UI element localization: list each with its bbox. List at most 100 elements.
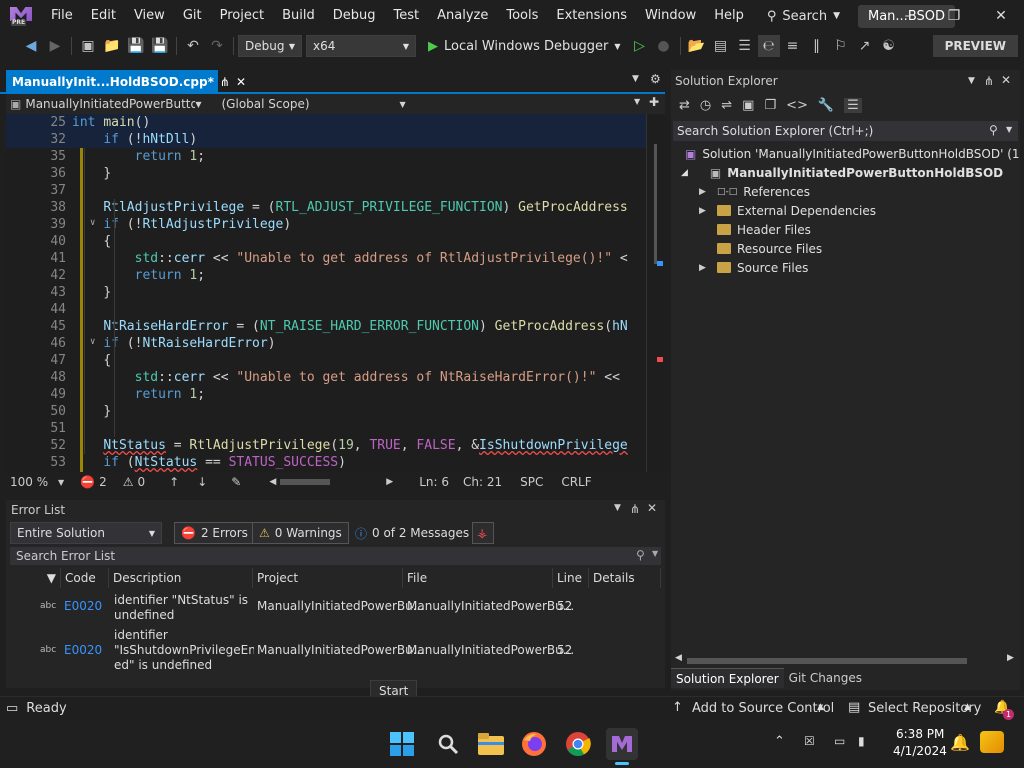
undo-icon[interactable]: ↶ bbox=[182, 35, 204, 57]
solution-search-input[interactable]: Search Solution Explorer (Ctrl+;) ⚲ ▼ bbox=[673, 121, 1018, 141]
windows-start-icon[interactable] bbox=[386, 728, 418, 760]
build-intellisense-filter-icon[interactable]: ⚶ bbox=[472, 522, 494, 544]
code-line[interactable]: 32 if (!hNtDll) bbox=[6, 131, 646, 148]
code-line[interactable]: 52 NtStatus = RtlAdjustPrivilege(19, TRU… bbox=[6, 437, 646, 454]
menu-build[interactable]: Build bbox=[273, 0, 324, 32]
show-all-files-icon[interactable]: ❐ bbox=[764, 98, 776, 113]
tab-solution-explorer[interactable]: Solution Explorer bbox=[671, 668, 784, 688]
menu-file[interactable]: File bbox=[42, 0, 82, 32]
save-icon[interactable]: 💾 bbox=[125, 35, 147, 57]
pin-panel-icon[interactable]: ⋔ bbox=[630, 502, 640, 516]
pin-icon[interactable]: ⋔ bbox=[220, 75, 230, 89]
brush-icon[interactable]: ✎ bbox=[231, 475, 241, 489]
code-line[interactable]: 36 } bbox=[6, 165, 646, 182]
code-line[interactable]: 50 } bbox=[6, 403, 646, 420]
collapsed-chevron-icon[interactable]: ▶ bbox=[699, 187, 711, 197]
close-tab-icon[interactable]: ✕ bbox=[236, 75, 246, 89]
scroll-left-icon[interactable]: ◀ bbox=[269, 477, 276, 487]
scope-dropdown[interactable]: (Global Scope) bbox=[222, 97, 400, 111]
menu-git[interactable]: Git bbox=[174, 0, 211, 32]
project-dropdown[interactable]: ManuallyInitiatedPowerButtonHc bbox=[25, 97, 195, 111]
scroll-right-icon[interactable]: ▶ bbox=[386, 477, 393, 487]
display-icon[interactable]: ▭ bbox=[834, 734, 845, 748]
code-view-icon[interactable]: <> bbox=[786, 98, 808, 113]
error-code-link[interactable]: E0020 bbox=[64, 643, 102, 657]
menu-analyze[interactable]: Analyze bbox=[428, 0, 497, 32]
code-line[interactable]: 38 RtlAdjustPrivilege = (RTL_ADJUST_PRIV… bbox=[6, 199, 646, 216]
code-line[interactable]: 37 bbox=[6, 182, 646, 199]
editor-vertical-scrollbar[interactable] bbox=[646, 114, 665, 472]
details-column-header[interactable]: Details bbox=[589, 568, 661, 588]
previous-issue-icon[interactable]: ↑ bbox=[169, 475, 179, 489]
search-button[interactable]: ⚲ Search ▼ bbox=[767, 9, 840, 24]
menu-extensions[interactable]: Extensions bbox=[547, 0, 636, 32]
settings-icon[interactable]: ⚙ bbox=[650, 72, 661, 86]
code-editor[interactable]: 25 int main() 32 if (!hNtDll) 35 return 1; 3… bbox=[6, 114, 646, 472]
share-icon[interactable]: ↗ bbox=[854, 35, 876, 57]
breakpoints-icon[interactable]: ∥ bbox=[806, 35, 828, 57]
clock-time[interactable]: 6:38 PM bbox=[896, 727, 944, 741]
table-row[interactable]: abc E0020 identifier "NtStatus" is undef… bbox=[6, 590, 661, 624]
project-column-header[interactable]: Project bbox=[253, 568, 403, 588]
bookmark-icon[interactable]: ⚐ bbox=[830, 35, 852, 57]
file-explorer-icon[interactable] bbox=[475, 728, 507, 760]
back-icon[interactable]: ◀ bbox=[20, 35, 42, 57]
error-code-link[interactable]: E0020 bbox=[64, 599, 102, 613]
panel-menu-icon[interactable]: ▼ bbox=[614, 503, 621, 513]
split-icon[interactable]: ✚ bbox=[649, 95, 659, 109]
collapse-all-icon[interactable]: ▣ bbox=[742, 98, 754, 113]
code-line[interactable]: 51 bbox=[6, 420, 646, 437]
preview-selected-icon[interactable]: ☰ bbox=[844, 98, 862, 113]
tab-git-changes[interactable]: Git Changes bbox=[784, 668, 867, 688]
file-column-header[interactable]: File bbox=[403, 568, 553, 588]
notification-bell-icon[interactable]: 🔔 bbox=[950, 733, 970, 752]
menu-help[interactable]: Help bbox=[705, 0, 753, 32]
firefox-icon[interactable] bbox=[518, 728, 550, 760]
tree-item-project[interactable]: ◢ ▣ ManuallyInitiatedPowerButtonHoldBSOD bbox=[681, 163, 1003, 182]
collapse-icon[interactable]: ∨ bbox=[90, 337, 95, 347]
whitespace-indicator[interactable]: SPC bbox=[520, 475, 543, 489]
attach-icon[interactable]: ● bbox=[653, 35, 675, 57]
menu-tools[interactable]: Tools bbox=[497, 0, 547, 32]
close-panel-icon[interactable]: ✕ bbox=[1001, 73, 1011, 87]
maximize-button[interactable]: ❐ bbox=[931, 0, 977, 32]
menu-window[interactable]: Window bbox=[636, 0, 705, 32]
format-icon[interactable]: ≡ bbox=[782, 35, 804, 57]
code-line[interactable]: 53 if (NtStatus == STATUS_SUCCESS) bbox=[6, 454, 646, 471]
code-line[interactable]: 44 bbox=[6, 301, 646, 318]
code-column-header[interactable]: Code bbox=[61, 568, 109, 588]
platform-dropdown[interactable]: x64 ▼ bbox=[306, 35, 416, 57]
forward-icon[interactable]: ▶ bbox=[44, 35, 66, 57]
save-all-icon[interactable]: 💾 bbox=[149, 35, 171, 57]
code-line[interactable]: 43 } bbox=[6, 284, 646, 301]
start-debugging-button[interactable]: ▶ Local Windows Debugger ▼ bbox=[428, 39, 621, 54]
menu-test[interactable]: Test bbox=[385, 0, 429, 32]
code-line[interactable]: 46 if (!NtRaiseHardError) bbox=[6, 335, 646, 352]
scope-filter-dropdown[interactable]: Entire Solution ▼ bbox=[10, 522, 162, 544]
line-ending-indicator[interactable]: CRLF bbox=[561, 475, 591, 489]
zoom-level[interactable]: 100 % bbox=[10, 475, 58, 489]
messages-filter-button[interactable]: ⓘ 0 of 2 Messages bbox=[348, 522, 476, 544]
output-icon[interactable]: ▭ bbox=[6, 701, 18, 716]
configuration-dropdown[interactable]: Debug ▼ bbox=[238, 35, 302, 57]
search-taskbar-icon[interactable] bbox=[432, 728, 464, 760]
tree-item-external-dependencies[interactable]: ▶ External Dependencies bbox=[699, 201, 876, 220]
code-line[interactable]: 45 NtRaiseHardError = (NT_RAISE_HARD_ERR… bbox=[6, 318, 646, 335]
browse-folder-icon[interactable]: 📂 bbox=[686, 35, 708, 57]
table-row[interactable]: abc E0020 identifier "IsShutdownPrivileg… bbox=[6, 628, 661, 676]
error-count[interactable]: 2 bbox=[99, 475, 107, 489]
code-line[interactable]: 39 if (!RtlAdjustPrivilege) bbox=[6, 216, 646, 233]
properties-icon[interactable]: 🔧 bbox=[818, 98, 834, 113]
menu-edit[interactable]: Edit bbox=[82, 0, 125, 32]
code-line[interactable]: 42 return 1; bbox=[6, 267, 646, 284]
show-hidden-icons-icon[interactable]: ⌃ bbox=[774, 734, 785, 749]
open-folder-icon[interactable]: 📁 bbox=[101, 35, 123, 57]
pin-panel-icon[interactable]: ⋔ bbox=[984, 74, 994, 88]
code-line[interactable]: 41 std::cerr << "Unable to get address o… bbox=[6, 250, 646, 267]
menu-view[interactable]: View bbox=[125, 0, 174, 32]
code-line[interactable]: 47 { bbox=[6, 352, 646, 369]
line-column-header[interactable]: Line bbox=[553, 568, 589, 588]
battery-icon[interactable]: ▮ bbox=[858, 734, 865, 748]
sync-icon[interactable]: ⇄ bbox=[679, 98, 690, 113]
add-to-source-control-button[interactable]: Add to Source Control bbox=[692, 701, 834, 716]
